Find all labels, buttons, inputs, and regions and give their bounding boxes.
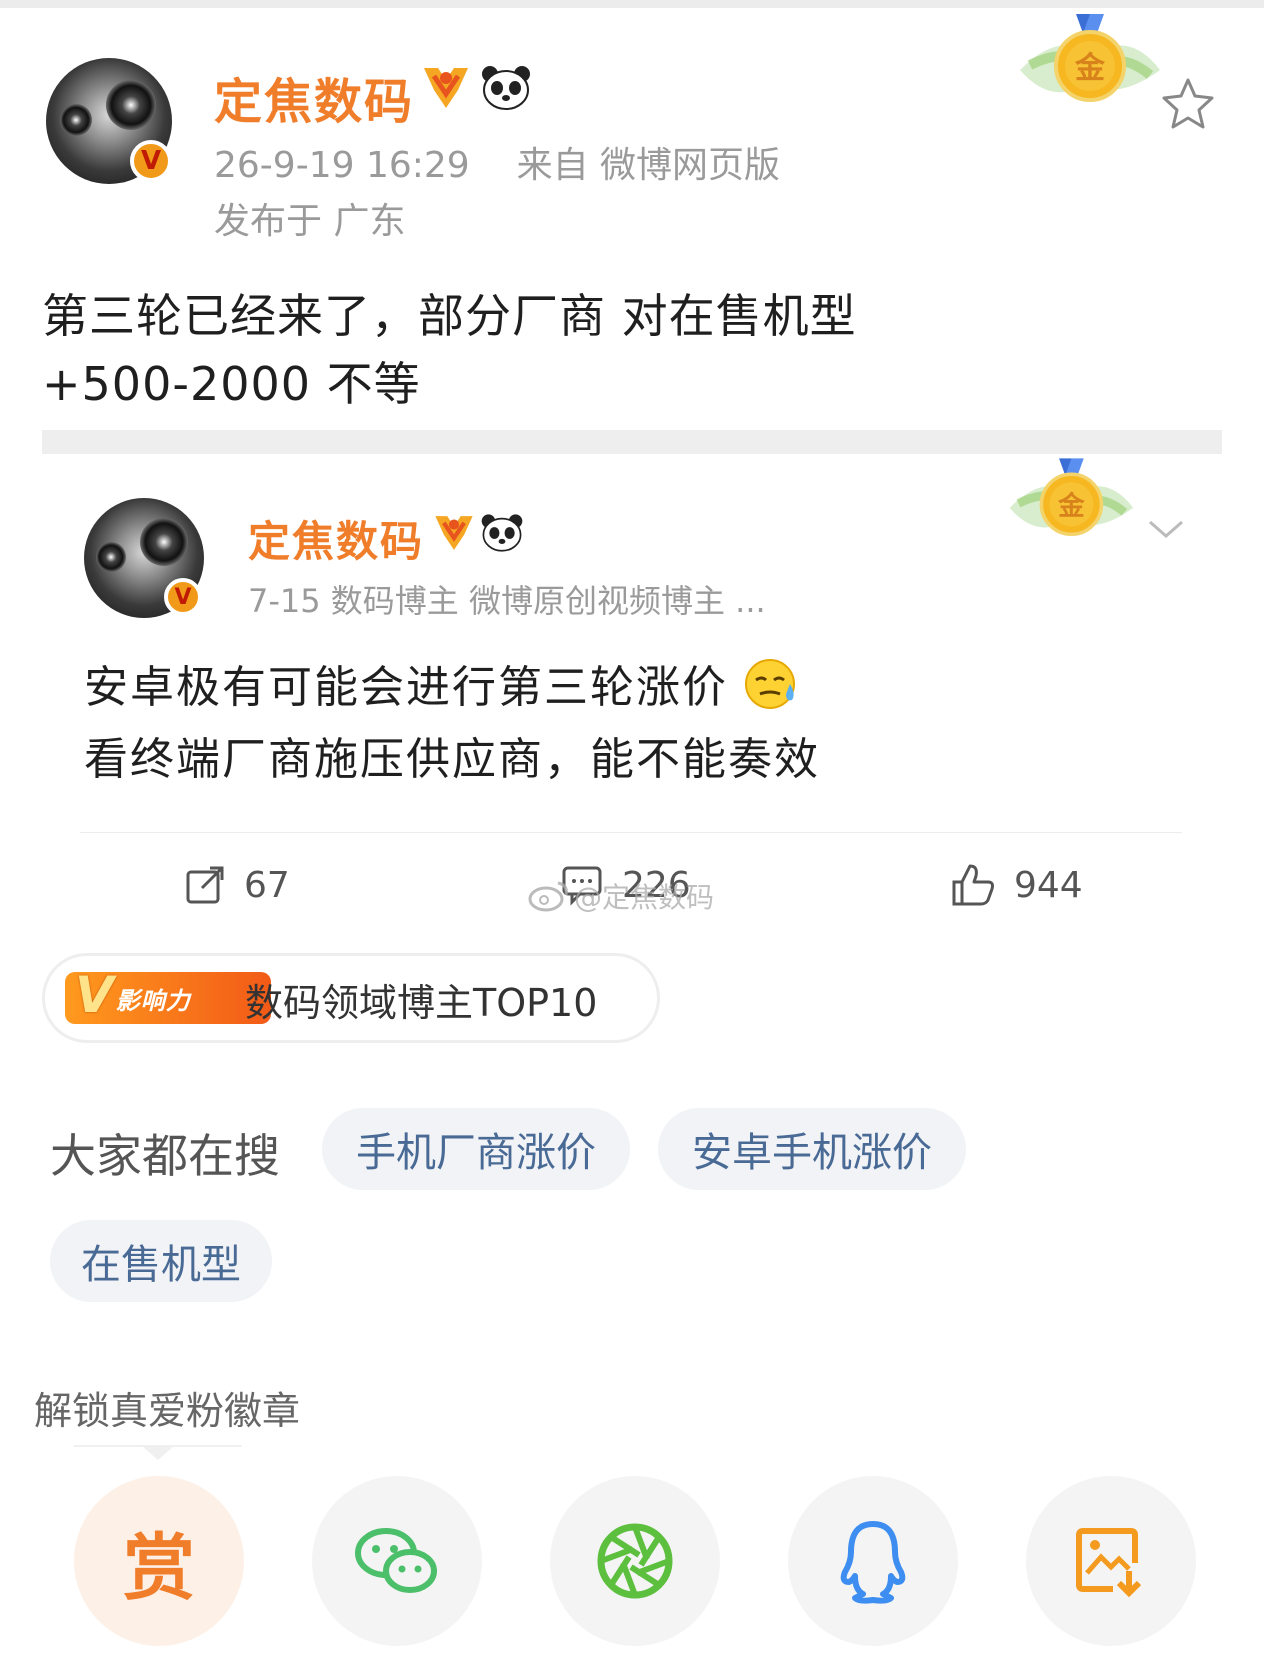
author-name[interactable]: 定焦数码 bbox=[214, 62, 414, 132]
qq-penguin-icon bbox=[840, 1521, 906, 1604]
actions-divider bbox=[80, 832, 1182, 833]
repost-button[interactable]: 67 bbox=[184, 860, 290, 910]
repost-count: 67 bbox=[244, 864, 290, 906]
share-wechat-button[interactable] bbox=[312, 1476, 482, 1646]
like-button[interactable]: 944 bbox=[950, 860, 1083, 910]
reward-label: 赏 bbox=[122, 1525, 195, 1610]
unlock-fan-badge-label[interactable]: 解锁真爱粉徽章 bbox=[34, 1380, 300, 1435]
repost-content: 安卓极有可能会进行第三轮涨价 看终端厂商施压供应商，能不能奏效 bbox=[84, 652, 820, 796]
verified-icon: V bbox=[130, 140, 172, 182]
gold-medal-icon: 金 bbox=[1020, 14, 1160, 102]
post-source: 来自 微博网页版 bbox=[516, 145, 781, 186]
repost-gold-medal-icon: 金 bbox=[1009, 458, 1134, 537]
post-text-line2: +500-2000 不等 bbox=[42, 357, 421, 411]
member-medal-icon bbox=[424, 68, 468, 108]
wechat-icon bbox=[355, 1528, 437, 1593]
post-content: 第三轮已经来了，部分厂商 对在售机型 +500-2000 不等 bbox=[42, 282, 857, 418]
repost-verified-icon: V bbox=[164, 578, 202, 616]
search-chip-phone-price[interactable]: 手机厂商涨价 bbox=[322, 1108, 630, 1190]
moments-aperture-icon bbox=[597, 1523, 673, 1599]
search-chip-on-sale-models[interactable]: 在售机型 bbox=[50, 1220, 272, 1302]
share-qq-button[interactable] bbox=[788, 1476, 958, 1646]
v-influence-badge: V 影响力 bbox=[65, 966, 271, 1024]
search-chip-android-price[interactable]: 安卓手机涨价 bbox=[658, 1108, 966, 1190]
repost-medal-text: 金 bbox=[1057, 491, 1085, 522]
medal-text: 金 bbox=[1074, 51, 1106, 86]
favorite-star-icon[interactable] bbox=[1158, 74, 1218, 134]
section-divider bbox=[42, 430, 1222, 454]
share-moments-button[interactable] bbox=[550, 1476, 720, 1646]
panda-icon bbox=[482, 66, 530, 110]
post-location: 发布于 广东 bbox=[214, 201, 406, 242]
sweat-emoji-icon bbox=[745, 659, 795, 709]
like-count: 944 bbox=[1014, 864, 1083, 906]
repost-text-line2: 看终端厂商施压供应商，能不能奏效 bbox=[84, 734, 820, 785]
weibo-watermark: @定焦数码 bbox=[528, 876, 714, 916]
influence-badge[interactable]: V 影响力 数码领域博主TOP10 bbox=[42, 953, 660, 1043]
repost-author-name[interactable]: 定焦数码 bbox=[248, 508, 424, 569]
post-meta: 26-9-19 16:29 来自 微博网页版 bbox=[214, 136, 780, 188]
repost-meta: 7-15 数码博主 微博原创视频博主 ... bbox=[248, 582, 766, 620]
repost-panda-icon bbox=[481, 514, 523, 552]
influence-text: 数码领域博主TOP10 bbox=[245, 981, 598, 1025]
avatar[interactable]: V bbox=[46, 58, 172, 184]
save-image-button[interactable] bbox=[1026, 1476, 1196, 1646]
repost-icon bbox=[186, 866, 224, 904]
weibo-logo-icon bbox=[528, 881, 568, 912]
top-divider bbox=[0, 0, 1264, 8]
reward-button[interactable]: 赏 bbox=[74, 1476, 244, 1646]
save-image-icon bbox=[1076, 1528, 1142, 1598]
chevron-down-icon[interactable] bbox=[1146, 514, 1186, 544]
thumbs-up-icon bbox=[952, 864, 994, 906]
repost-avatar[interactable]: V bbox=[84, 498, 204, 618]
post-text-line1: 第三轮已经来了，部分厂商 对在售机型 bbox=[42, 289, 857, 343]
repost-text-line1: 安卓极有可能会进行第三轮涨价 bbox=[84, 652, 820, 724]
repost-member-medal-icon bbox=[435, 516, 473, 550]
post-time: 26-9-19 16:29 bbox=[214, 145, 470, 186]
tooltip-pointer bbox=[142, 1446, 174, 1460]
trending-search-label: 大家都在搜 bbox=[50, 1129, 280, 1183]
